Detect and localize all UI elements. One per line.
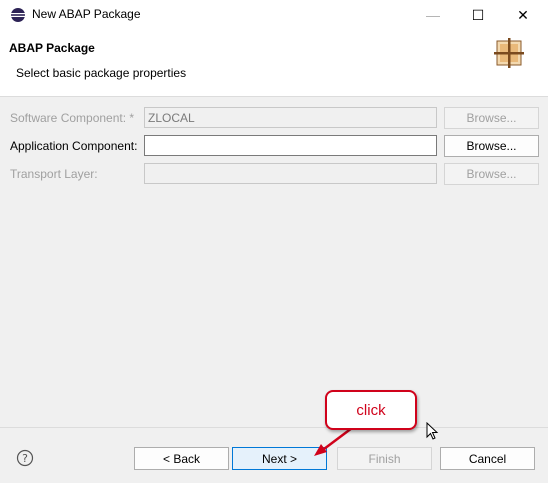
title-bar: New ABAP Package — ☐ ✕ xyxy=(0,0,548,30)
minimize-button[interactable]: — xyxy=(410,0,456,30)
button-bar: ? < Back Next > Finish Cancel xyxy=(0,427,548,483)
application-component-label: Application Component: xyxy=(10,139,138,153)
application-component-browse-button[interactable]: Browse... xyxy=(444,135,539,157)
wizard-header: ABAP Package Select basic package proper… xyxy=(0,30,548,97)
page-subtitle: Select basic package properties xyxy=(16,66,187,80)
software-component-label: Software Component: * xyxy=(10,111,135,125)
help-icon[interactable]: ? xyxy=(16,449,34,467)
eclipse-icon xyxy=(11,8,25,22)
mouse-cursor-icon xyxy=(426,422,439,440)
software-component-browse-button: Browse... xyxy=(444,107,539,129)
back-button[interactable]: < Back xyxy=(134,447,229,470)
software-component-field xyxy=(144,107,437,128)
page-title: ABAP Package xyxy=(9,41,95,55)
application-component-field[interactable] xyxy=(144,135,437,156)
package-icon xyxy=(494,38,524,68)
transport-layer-browse-button: Browse... xyxy=(444,163,539,185)
transport-layer-label: Transport Layer: xyxy=(10,167,98,181)
maximize-button[interactable]: ☐ xyxy=(455,0,501,30)
close-button[interactable]: ✕ xyxy=(500,0,546,30)
cancel-button[interactable]: Cancel xyxy=(440,447,535,470)
transport-layer-field xyxy=(144,163,437,184)
svg-text:?: ? xyxy=(22,452,28,465)
next-button[interactable]: Next > xyxy=(232,447,327,470)
window-title: New ABAP Package xyxy=(32,7,141,21)
finish-button: Finish xyxy=(337,447,432,470)
click-callout: click xyxy=(325,390,417,430)
form-area: Software Component: * Browse... Applicat… xyxy=(0,97,548,427)
